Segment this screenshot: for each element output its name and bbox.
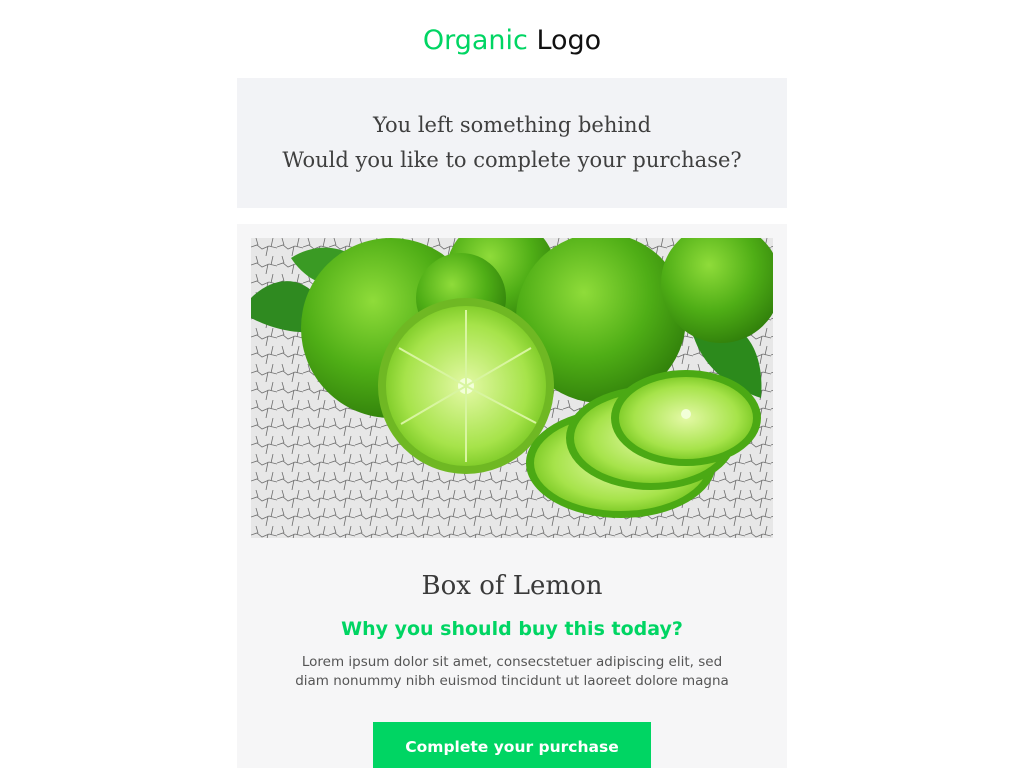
- product-card: Box of Lemon Why you should buy this tod…: [237, 224, 787, 768]
- banner-question: Would you like to complete your purchase…: [282, 148, 742, 172]
- reminder-banner: You left something behind Would you like…: [237, 78, 787, 208]
- product-title: Box of Lemon: [421, 571, 603, 601]
- logo-word-organic: Organic: [422, 25, 528, 56]
- product-image[interactable]: [251, 238, 773, 538]
- complete-purchase-button[interactable]: Complete your purchase: [373, 722, 651, 768]
- description-line: diam nonummy nibh euismod tincidunt ut l…: [295, 673, 729, 689]
- logo-word-logo: Logo: [536, 25, 602, 56]
- description-line: Lorem ipsum dolor sit amet, consecstetue…: [301, 654, 723, 670]
- product-description: Lorem ipsum dolor sit amet, consecstetue…: [237, 653, 787, 691]
- banner-headline: You left something behind: [372, 113, 652, 137]
- brand-logo[interactable]: Organic Logo: [0, 22, 1024, 60]
- product-subtitle: Why you should buy this today?: [341, 618, 683, 640]
